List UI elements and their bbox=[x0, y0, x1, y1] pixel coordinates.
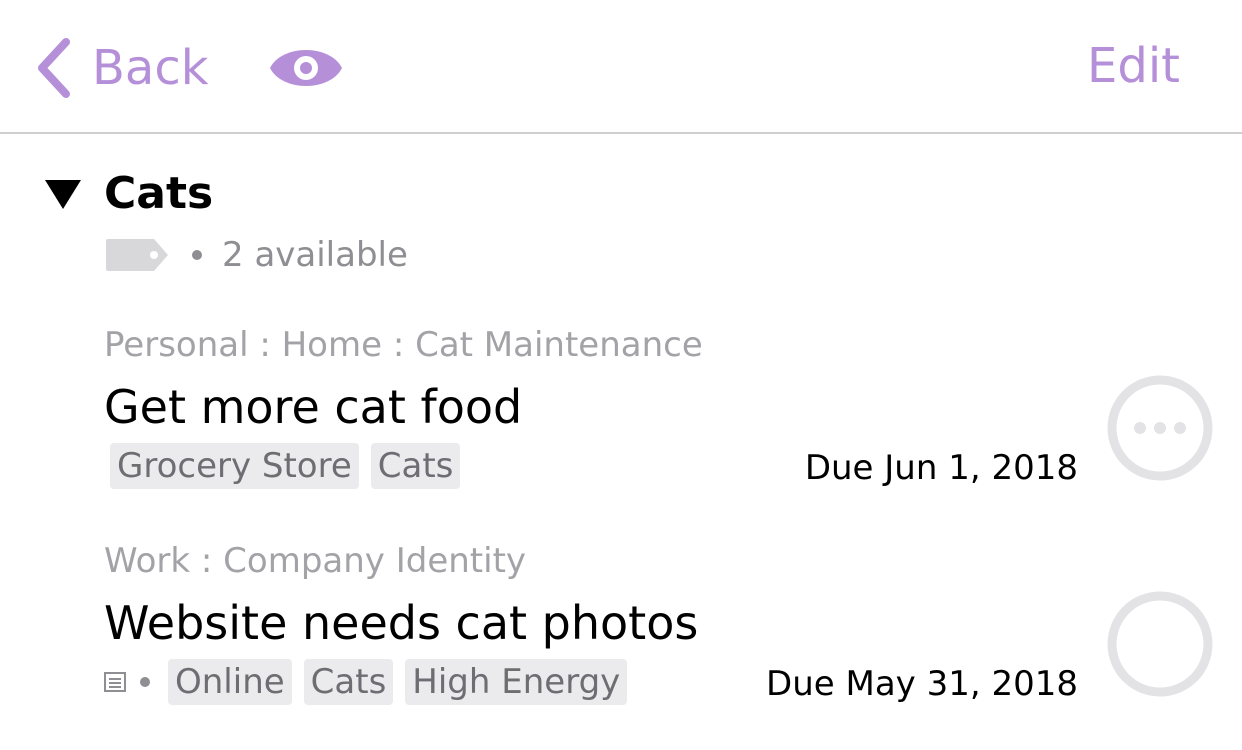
empty-circle-icon[interactable] bbox=[1106, 590, 1214, 698]
due-date: Due May 31, 2018 bbox=[766, 664, 1078, 704]
separator-dot bbox=[140, 677, 150, 687]
task-title[interactable]: Website needs cat photos bbox=[104, 596, 698, 650]
back-label: Back bbox=[92, 40, 209, 96]
task-project-path: Personal : Home : Cat Maintenance bbox=[104, 325, 703, 365]
tag-icon bbox=[106, 239, 168, 271]
group-header: Cats bbox=[44, 164, 213, 224]
back-button[interactable]: Back bbox=[34, 30, 209, 106]
task-row[interactable]: Work : Company Identity Website needs ca… bbox=[0, 536, 1242, 726]
edit-button[interactable]: Edit bbox=[1087, 42, 1180, 90]
task-tags: Online Cats High Energy bbox=[104, 658, 639, 706]
note-icon bbox=[104, 672, 126, 692]
due-date: Due Jun 1, 2018 bbox=[804, 448, 1078, 488]
task-row[interactable]: Personal : Home : Cat Maintenance Get mo… bbox=[0, 320, 1242, 510]
tag-chip[interactable]: High Energy bbox=[405, 659, 628, 705]
tag-chip[interactable]: Grocery Store bbox=[110, 443, 359, 489]
eye-icon bbox=[270, 50, 342, 86]
group-meta: 2 available bbox=[104, 232, 408, 278]
tag-chip[interactable]: Online bbox=[168, 659, 292, 705]
tag-chip[interactable]: Cats bbox=[370, 443, 461, 489]
tag-chip[interactable]: Cats bbox=[303, 659, 394, 705]
task-title[interactable]: Get more cat food bbox=[104, 380, 522, 434]
navigation-bar: Back Edit bbox=[0, 0, 1242, 134]
group-title: Cats bbox=[104, 168, 214, 219]
view-options-button[interactable] bbox=[268, 42, 344, 94]
separator-dot bbox=[192, 250, 202, 260]
more-circle-icon[interactable] bbox=[1106, 374, 1214, 482]
task-project-path: Work : Company Identity bbox=[104, 541, 527, 581]
disclosure-triangle-icon[interactable] bbox=[44, 178, 82, 210]
task-tags: Grocery Store Cats bbox=[110, 442, 472, 490]
available-count: 2 available bbox=[222, 235, 408, 275]
chevron-left-icon bbox=[38, 38, 70, 98]
